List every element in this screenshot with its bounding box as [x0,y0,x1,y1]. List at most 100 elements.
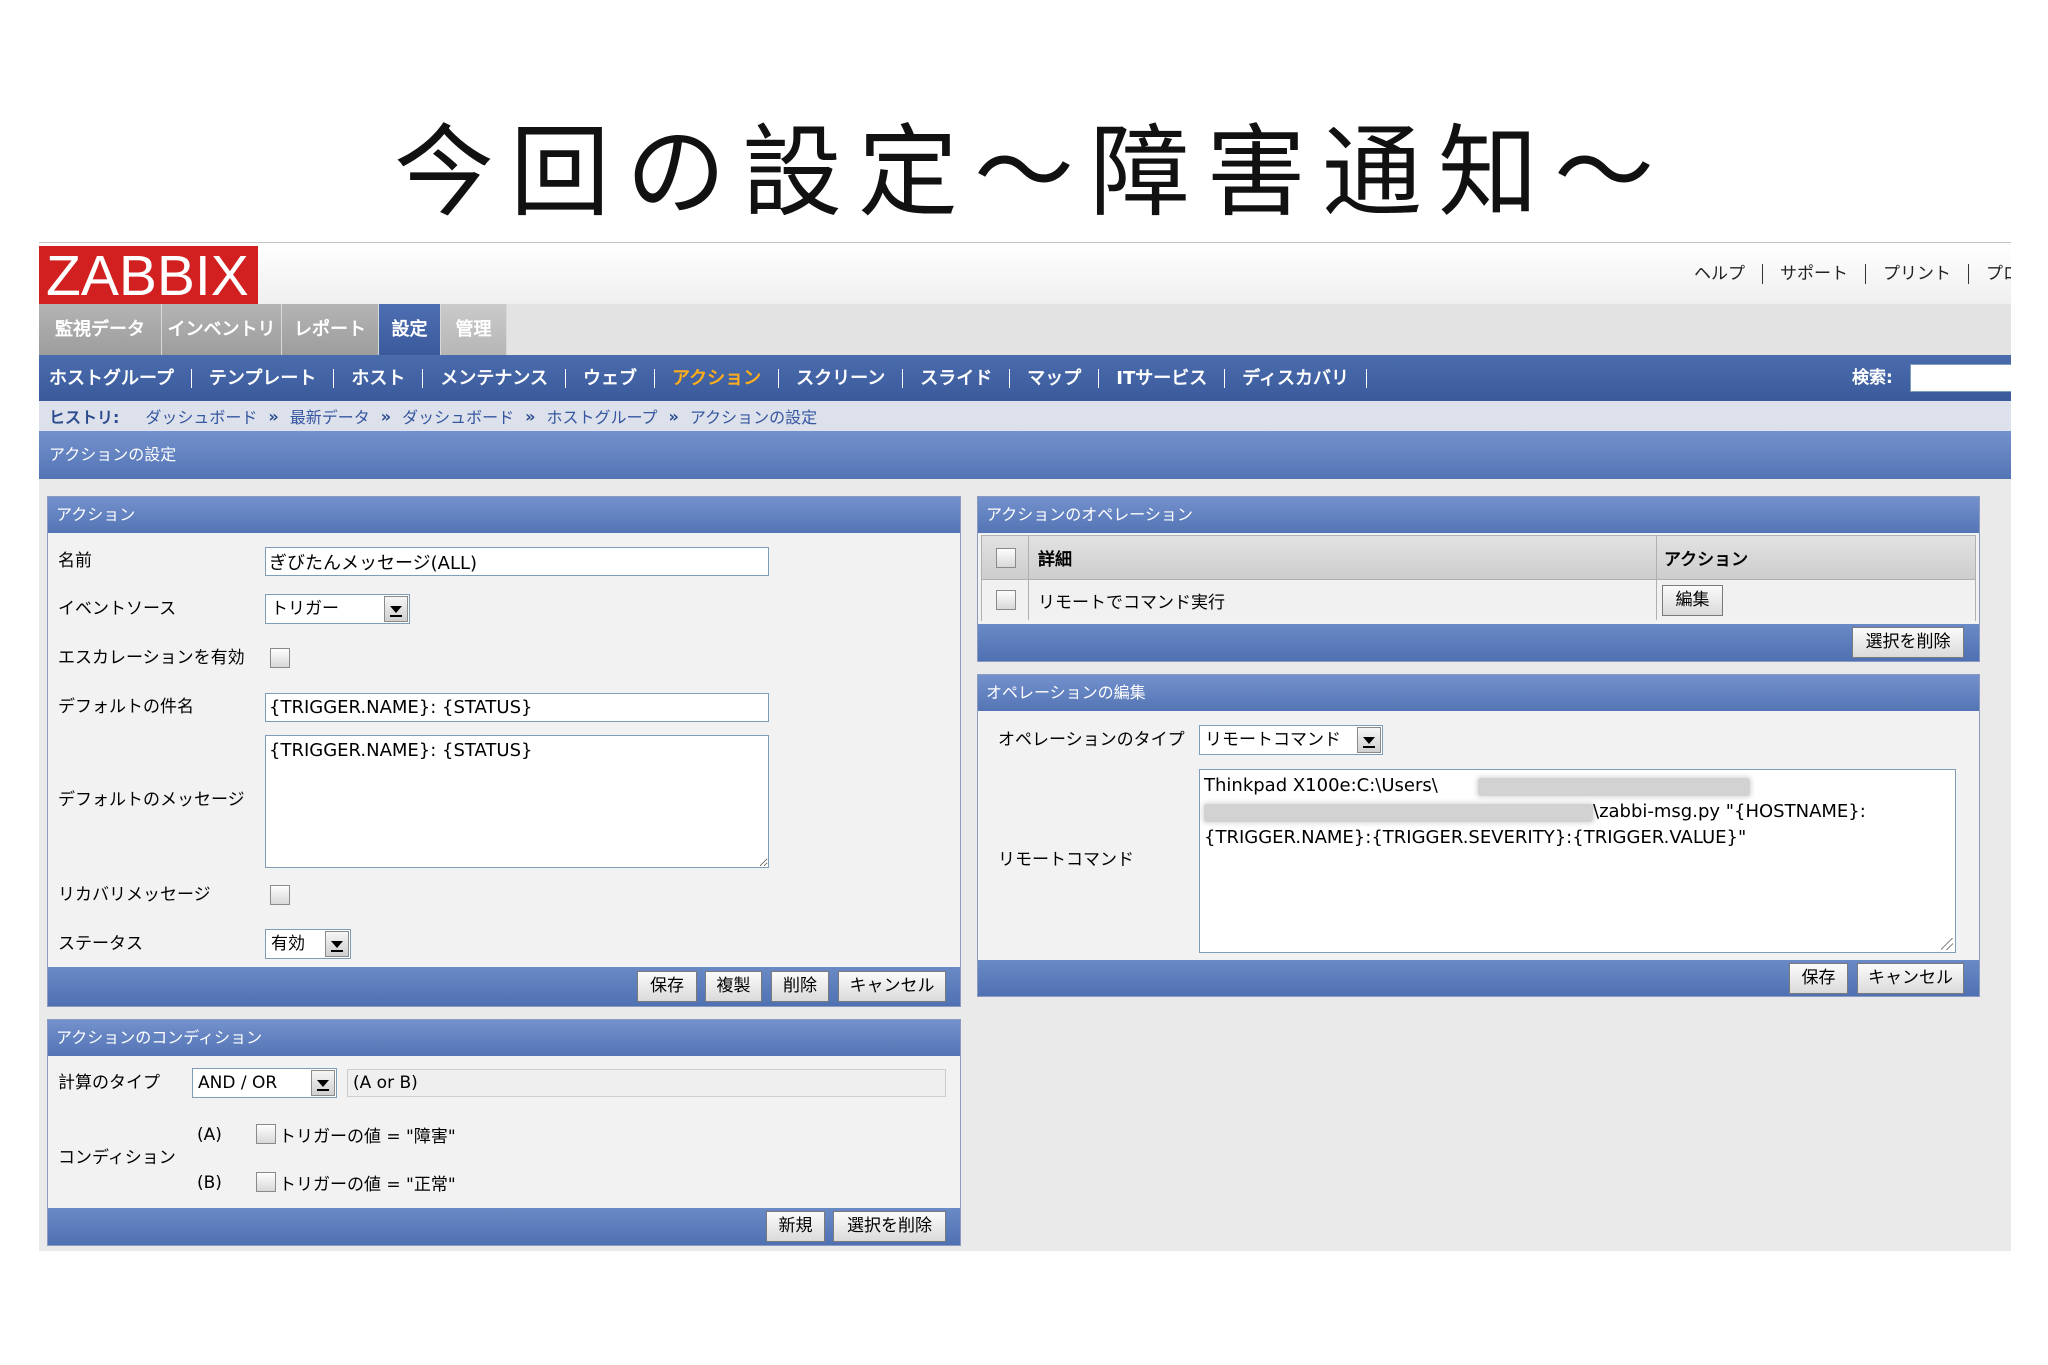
operations-footer: 選択を削除 [978,624,1979,661]
search-label: 検索: [1852,368,1893,388]
help-link[interactable]: ヘルプ [1694,264,1763,284]
chevron-down-icon[interactable] [1357,727,1381,753]
breadcrumb: ヒストリ: ダッシュボード » 最新データ » ダッシュボード » ホストグルー… [39,401,2011,431]
tab-reports[interactable]: レポート [282,304,379,355]
page-title: アクションの設定 [39,431,2011,479]
redacted-path [1204,804,1593,822]
submenu-templates[interactable]: テンプレート [209,368,335,388]
submenu-maintenance[interactable]: メンテナンス [440,368,567,388]
breadcrumb-separator: » [525,406,536,426]
calc-type-select[interactable]: AND / OR [192,1068,337,1098]
clone-button[interactable]: 複製 [705,971,762,1002]
history-link-action-config[interactable]: アクションの設定 [690,404,817,428]
chevron-down-icon[interactable] [384,596,408,622]
remote-command-label: リモートコマンド [998,850,1134,870]
condition-key-b: (B) [197,1173,222,1193]
save-operation-button[interactable]: 保存 [1789,963,1848,994]
sub-menu-items: ホストグループ テンプレート ホスト メンテナンス ウェブ アクション スクリー… [49,355,1384,401]
conditions-footer: 新規 選択を削除 [48,1208,960,1245]
default-message-label: デフォルトのメッセージ [58,790,245,810]
formula-field: (A or B) [347,1069,946,1097]
chevron-down-icon[interactable] [325,931,349,957]
submenu-discovery[interactable]: ディスカバリ [1242,368,1367,388]
operation-type-label: オペレーションのタイプ [998,730,1185,750]
history-link-dashboard-2[interactable]: ダッシュボード [402,404,514,428]
name-label: 名前 [58,551,92,571]
condition-b-text: トリガーの値 = "正常" [279,1175,456,1195]
recovery-message-checkbox[interactable] [270,885,290,905]
status-value: 有効 [271,934,305,954]
name-input[interactable] [265,547,769,576]
condition-a-checkbox[interactable] [256,1124,276,1144]
default-subject-input[interactable] [265,693,769,722]
sub-menu: ホストグループ テンプレート ホスト メンテナンス ウェブ アクション スクリー… [39,355,2011,401]
escalation-checkbox[interactable] [270,648,290,668]
submenu-hosts[interactable]: ホスト [351,368,424,388]
cancel-button[interactable]: キャンセル [838,971,946,1002]
condition-label: コンディション [58,1148,176,1168]
submenu-actions[interactable]: アクション [672,368,780,388]
event-source-select[interactable]: トリガー [265,594,410,624]
delete-selected-conditions-button[interactable]: 選択を削除 [833,1211,946,1242]
action-form-footer: 保存 複製 削除 キャンセル [48,967,960,1006]
operations-header: アクションのオペレーション [978,497,1979,533]
operation-detail: リモートでコマンド実行 [1038,593,1225,613]
event-source-label: イベントソース [58,599,177,619]
search-input[interactable] [1910,364,2011,392]
delete-button[interactable]: 削除 [771,971,829,1002]
save-button[interactable]: 保存 [637,971,697,1002]
resize-grip-icon[interactable] [1941,938,1953,950]
profile-link[interactable]: プロ [1969,264,2011,284]
history-link-host-groups[interactable]: ホストグループ [546,404,657,428]
submenu-maps[interactable]: マップ [1027,368,1100,388]
column-detail: 詳細 [1038,550,1072,570]
default-message-textarea[interactable]: {TRIGGER.NAME}: {STATUS} [265,735,769,868]
submenu-host-groups[interactable]: ホストグループ [49,368,192,388]
select-all-checkbox[interactable] [996,548,1016,568]
submenu-slides[interactable]: スライド [920,368,1011,388]
breadcrumb-separator: » [268,406,279,426]
operation-edit-panel: オペレーションの編集 オペレーションのタイプ リモートコマンド リモートコマンド… [977,674,1980,997]
condition-b-checkbox[interactable] [256,1172,276,1192]
tab-monitoring[interactable]: 監視データ [39,304,162,355]
submenu-web[interactable]: ウェブ [583,368,656,388]
edit-operation-button[interactable]: 編集 [1662,585,1723,616]
command-line-1: Thinkpad X100e:C:\Users\ [1204,775,1438,796]
operation-edit-footer: 保存 キャンセル [978,960,1979,996]
table-row: リモートでコマンド実行 編集 [982,580,1975,621]
condition-key-a: (A) [197,1125,222,1145]
conditions-panel: アクションのコンディション 計算のタイプ AND / OR (A or B) コ… [47,1019,961,1246]
column-action: アクション [1664,550,1749,570]
condition-a-text: トリガーの値 = "障害" [279,1127,456,1147]
event-source-value: トリガー [271,599,339,619]
slide-title: 今回の設定〜障害通知〜 [394,114,1670,231]
tab-configuration[interactable]: 設定 [379,304,441,355]
history-label: ヒストリ: [49,408,120,427]
support-link[interactable]: サポート [1763,264,1866,284]
status-select[interactable]: 有効 [265,929,351,959]
operation-row-checkbox[interactable] [996,590,1016,610]
history-link-dashboard[interactable]: ダッシュボード [145,404,257,428]
conditions-header: アクションのコンディション [48,1020,960,1056]
main-tabs: 監視データ インベントリ レポート 設定 管理 [39,304,2011,355]
remote-command-textarea[interactable]: Thinkpad X100e:C:\Users\ \zabbi-msg.py "… [1199,769,1956,953]
zabbix-logo[interactable]: ZABBIX [39,246,258,304]
print-link[interactable]: プリント [1866,264,1969,284]
submenu-screens[interactable]: スクリーン [796,368,904,388]
calc-type-value: AND / OR [198,1073,278,1093]
action-form-header: アクション [48,497,960,533]
tab-inventory[interactable]: インベントリ [162,304,282,355]
submenu-it-services[interactable]: ITサービス [1116,368,1226,388]
cancel-operation-button[interactable]: キャンセル [1857,963,1964,994]
action-form-panel: アクション 名前 イベントソース トリガー エスカレーションを有効 デフォルトの… [47,496,961,1007]
history-link-latest-data[interactable]: 最新データ [290,404,370,428]
delete-selected-operations-button[interactable]: 選択を削除 [1852,627,1964,658]
new-condition-button[interactable]: 新規 [766,1211,825,1242]
chevron-down-icon[interactable] [311,1070,335,1096]
operation-type-select[interactable]: リモートコマンド [1199,725,1383,755]
tab-administration[interactable]: 管理 [441,304,507,355]
column-divider [1656,536,1657,620]
command-line-3: {TRIGGER.NAME}:{TRIGGER.SEVERITY}:{TRIGG… [1204,827,1747,848]
escalation-label: エスカレーションを有効 [58,648,245,668]
top-links: ヘルプ サポート プリント プロ [1694,260,2011,288]
